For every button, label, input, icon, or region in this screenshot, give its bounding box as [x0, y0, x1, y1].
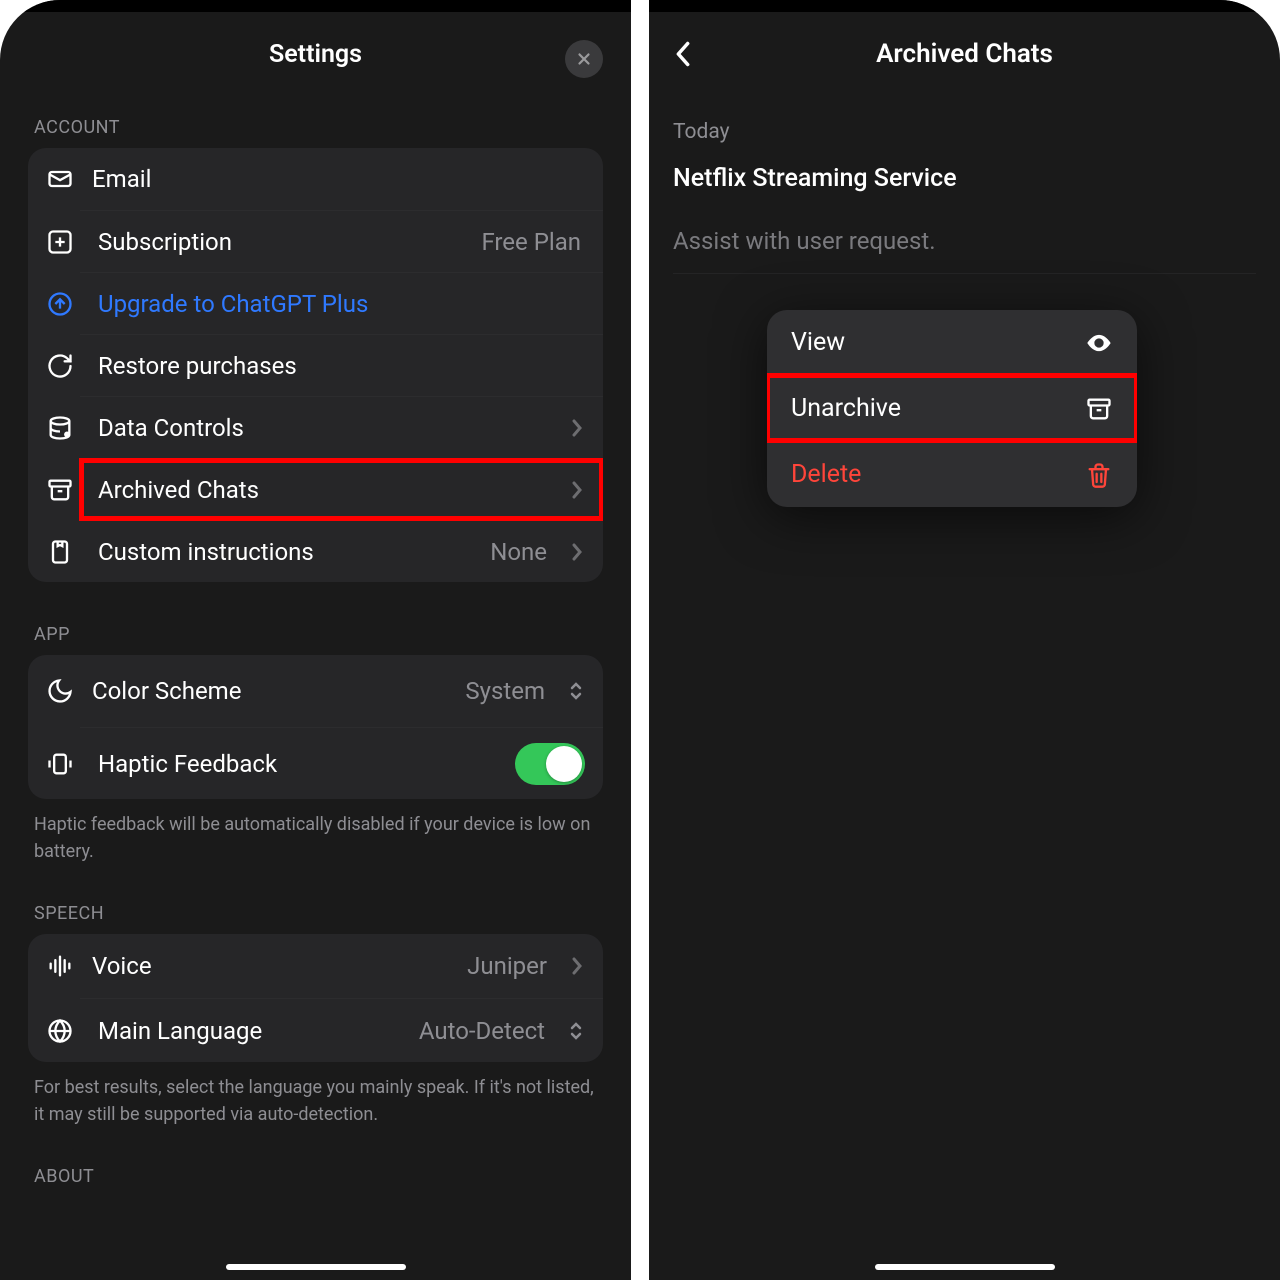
row-label: Voice	[92, 952, 449, 980]
row-label: Custom instructions	[98, 538, 472, 566]
settings-screen: Settings ACCOUNT Email Subscription Free…	[0, 0, 631, 1280]
instructions-icon	[28, 538, 80, 566]
row-label: Restore purchases	[98, 352, 585, 380]
speech-card: Voice Juniper Main Language Auto-Detect	[28, 934, 603, 1062]
voice-icon	[46, 952, 74, 980]
menu-item-unarchive[interactable]: Unarchive	[767, 375, 1137, 441]
menu-label: View	[791, 328, 845, 357]
close-icon	[575, 50, 593, 68]
updown-icon	[567, 680, 585, 702]
row-haptic[interactable]: Haptic Feedback	[80, 727, 603, 799]
archive-icon	[1085, 395, 1113, 423]
home-indicator[interactable]	[226, 1264, 406, 1270]
status-bar	[649, 0, 1280, 12]
menu-item-delete[interactable]: Delete	[767, 441, 1137, 507]
archived-header: Archived Chats	[649, 12, 1280, 98]
row-label: Data Controls	[98, 414, 551, 442]
speech-note: For best results, select the language yo…	[28, 1062, 603, 1128]
chevron-right-icon	[569, 418, 585, 438]
row-data-controls[interactable]: Data Controls	[80, 396, 603, 458]
row-custom-instructions[interactable]: Custom instructions None	[80, 520, 603, 582]
menu-label: Delete	[791, 460, 861, 489]
plus-box-icon	[28, 228, 80, 256]
settings-content: ACCOUNT Email Subscription Free Plan U	[0, 99, 631, 1197]
upgrade-icon	[28, 290, 80, 318]
archived-content: Today Netflix Streaming Service Assist w…	[649, 98, 1280, 274]
refresh-icon	[28, 352, 80, 380]
globe-icon	[28, 1017, 80, 1045]
row-value: System	[465, 677, 549, 705]
app-note: Haptic feedback will be automatically di…	[28, 799, 603, 865]
database-icon	[28, 414, 80, 442]
row-upgrade[interactable]: Upgrade to ChatGPT Plus	[80, 272, 603, 334]
moon-icon	[46, 677, 74, 705]
row-value: Free Plan	[481, 228, 585, 256]
status-bar	[0, 0, 631, 12]
row-restore[interactable]: Restore purchases	[80, 334, 603, 396]
section-label-app: APP	[28, 582, 603, 655]
date-label: Today	[673, 98, 1256, 164]
row-label: Email	[92, 165, 585, 193]
eye-icon	[1085, 329, 1113, 357]
row-main-language[interactable]: Main Language Auto-Detect	[80, 998, 603, 1062]
page-title: Settings	[269, 40, 362, 69]
menu-label: Unarchive	[791, 394, 901, 423]
section-label-about: ABOUT	[28, 1128, 603, 1197]
chevron-right-icon	[569, 542, 585, 562]
updown-icon	[567, 1020, 585, 1042]
account-card: Email Subscription Free Plan Upgrade to …	[28, 148, 603, 582]
chat-subtitle[interactable]: Assist with user request.	[673, 227, 1256, 274]
archived-screen: Archived Chats Today Netflix Streaming S…	[649, 0, 1280, 1280]
home-indicator[interactable]	[875, 1264, 1055, 1270]
close-button[interactable]	[565, 40, 603, 78]
section-label-speech: SPEECH	[28, 865, 603, 934]
archive-icon	[28, 476, 80, 504]
row-email[interactable]: Email	[28, 148, 603, 210]
row-value: Juniper	[467, 952, 551, 980]
trash-icon	[1085, 461, 1113, 489]
chevron-right-icon	[569, 956, 585, 976]
row-label: Archived Chats	[98, 476, 551, 504]
row-color-scheme[interactable]: Color Scheme System	[28, 655, 603, 727]
email-icon	[46, 165, 74, 193]
menu-item-view[interactable]: View	[767, 310, 1137, 375]
settings-header: Settings	[0, 12, 631, 99]
row-value: None	[490, 538, 551, 566]
row-archived-chats[interactable]: Archived Chats	[80, 458, 603, 520]
row-label: Color Scheme	[92, 677, 447, 705]
row-subscription[interactable]: Subscription Free Plan	[80, 210, 603, 272]
context-menu: View Unarchive Delete	[767, 310, 1137, 507]
row-label: Subscription	[98, 228, 463, 256]
chat-title[interactable]: Netflix Streaming Service	[673, 164, 1256, 227]
app-card: Color Scheme System Haptic Feedback	[28, 655, 603, 799]
haptic-icon	[28, 750, 80, 778]
haptic-toggle[interactable]	[515, 743, 585, 785]
chevron-right-icon	[569, 480, 585, 500]
row-voice[interactable]: Voice Juniper	[28, 934, 603, 998]
page-title: Archived Chats	[649, 39, 1280, 69]
row-label: Haptic Feedback	[98, 750, 497, 778]
row-label: Upgrade to ChatGPT Plus	[98, 290, 585, 318]
row-value: Auto-Detect	[419, 1017, 549, 1045]
section-label-account: ACCOUNT	[28, 99, 603, 148]
row-label: Main Language	[98, 1017, 401, 1045]
